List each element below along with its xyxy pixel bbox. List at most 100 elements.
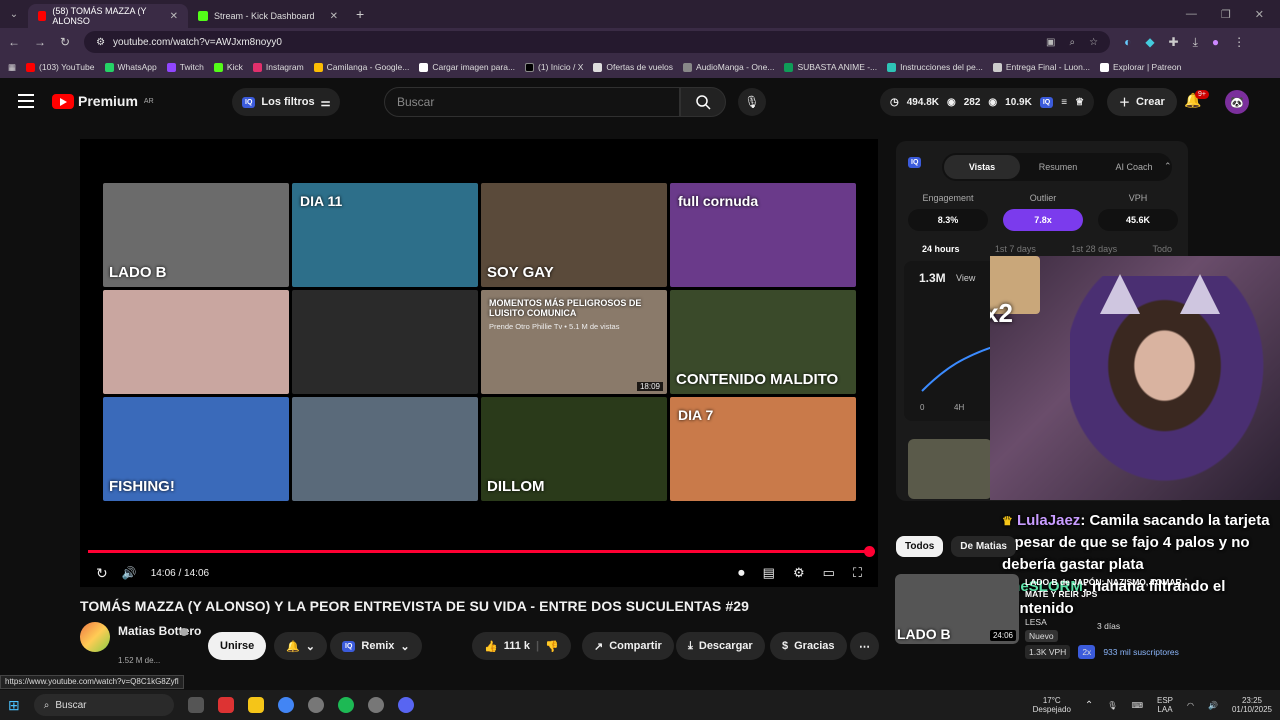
list-icon[interactable]: ≡	[1061, 97, 1067, 108]
end-screen-thumbnail[interactable]: DILLOM	[481, 397, 667, 501]
apps-icon[interactable]: ▦	[8, 62, 16, 73]
bookmark-item[interactable]: Kick	[213, 62, 243, 72]
chrome-icon[interactable]	[277, 697, 294, 713]
volume-icon[interactable]: 🔊	[122, 566, 137, 580]
theater-mode-icon[interactable]: ▭	[823, 565, 835, 581]
end-screen-thumbnail[interactable]	[103, 290, 289, 394]
range-7d[interactable]: 1st 7 days	[995, 244, 1036, 254]
end-screen-thumbnail[interactable]: full cornuda	[670, 183, 856, 287]
more-options-icon[interactable]: ⋮	[1180, 576, 1192, 590]
spotify-icon[interactable]	[337, 697, 354, 713]
bookmark-item[interactable]: AudioManga - One...	[683, 62, 774, 72]
taskbar-search[interactable]: ⌕ Buscar	[33, 694, 174, 716]
iq-badge-icon[interactable]: IQ	[1039, 96, 1054, 108]
end-screen-thumbnail[interactable]: LADO B	[103, 183, 289, 287]
mini-thumbnail[interactable]	[908, 439, 992, 499]
menu-hamburger-icon[interactable]	[18, 94, 34, 108]
channel-avatar[interactable]	[80, 622, 110, 652]
thumbs-down-icon[interactable]: 👎	[545, 640, 559, 653]
url-field[interactable]: ⚙ youtube.com/watch?v=AWJxm8noyy0 ▣ ⌕ ☆	[84, 31, 1111, 53]
weather-widget[interactable]: 17°C Despejado	[1033, 696, 1071, 714]
close-tab-icon[interactable]: ✕	[330, 11, 338, 22]
extensions-puzzle-icon[interactable]: ✚	[1169, 35, 1179, 49]
settings-icon[interactable]	[307, 697, 324, 713]
extension-icon[interactable]: ◐	[1124, 35, 1131, 49]
back-icon[interactable]: ←	[8, 35, 20, 49]
search-button[interactable]	[680, 87, 726, 117]
recommended-thumbnail[interactable]: LADO B 24:06	[895, 574, 1019, 644]
wifi-icon[interactable]: ◠	[1187, 701, 1194, 710]
bookmark-item[interactable]: WhatsApp	[104, 62, 157, 72]
zoom-icon[interactable]: ⌕	[1069, 37, 1075, 48]
tab-kick[interactable]: Stream - Kick Dashboard ✕	[188, 4, 348, 28]
tab-ai-coach[interactable]: AI Coach	[1096, 162, 1172, 172]
collapse-chevron-icon[interactable]: ⌃	[1164, 161, 1172, 172]
chip-channel[interactable]: De Matias	[951, 536, 1016, 557]
range-24h[interactable]: 24 hours	[922, 244, 960, 254]
share-button[interactable]: ↗ Compartir	[582, 632, 674, 660]
file-explorer-icon[interactable]	[247, 697, 264, 713]
video-player[interactable]: LADO B DIA 11 SOY GAY full cornuda MOMENTOS …	[80, 139, 878, 587]
task-view-icon[interactable]	[187, 697, 204, 713]
language-indicator[interactable]: ESP LAA	[1157, 696, 1173, 714]
settings-gear-icon[interactable]: ⚙	[793, 565, 805, 581]
bookmark-item[interactable]: Twitch	[166, 62, 204, 72]
bookmark-star-icon[interactable]: ☆	[1089, 37, 1098, 48]
progress-bar[interactable]	[88, 546, 875, 557]
filters-button[interactable]: IQ Los filtros ⚌	[232, 88, 341, 116]
close-tab-icon[interactable]: ✕	[170, 11, 178, 22]
subtitles-icon[interactable]: ▤	[763, 565, 775, 581]
forward-icon[interactable]: →	[34, 35, 46, 49]
bookmark-item[interactable]: (1) Inicio / X	[525, 62, 583, 72]
range-28d[interactable]: 1st 28 days	[1071, 244, 1117, 254]
download-button[interactable]: ⤓ Descargar	[676, 632, 765, 660]
remix-button[interactable]: IQ Remix ⌄	[330, 632, 422, 660]
volume-icon[interactable]: 🔊	[1208, 701, 1218, 710]
windows-start-icon[interactable]: ⊞	[8, 697, 20, 714]
end-screen-thumbnail[interactable]: DIA 7	[670, 397, 856, 501]
tab-list-icon[interactable]: ⌄	[0, 9, 28, 20]
bookmark-item[interactable]: Ofertas de vuelos	[593, 62, 673, 72]
youtube-logo[interactable]: Premium AR	[52, 93, 154, 109]
end-screen-thumbnail[interactable]: SOY GAY	[481, 183, 667, 287]
thanks-button[interactable]: $ Gracias	[770, 632, 847, 660]
close-window-icon[interactable]: ✕	[1255, 8, 1264, 21]
extension-icon[interactable]: ◆	[1145, 35, 1154, 49]
tab-youtube[interactable]: (58) TOMÁS MAZZA (Y ALONSO ✕	[28, 4, 188, 28]
reload-icon[interactable]: ↻	[60, 35, 70, 49]
replay-icon[interactable]: ↻	[96, 565, 108, 582]
maximize-icon[interactable]: ❐	[1221, 8, 1231, 21]
like-button[interactable]: 👍 111 k | 👎	[472, 632, 571, 660]
trophy-icon[interactable]: ♕	[1075, 97, 1084, 108]
search-input[interactable]: Buscar	[384, 87, 680, 117]
minimize-icon[interactable]: —	[1186, 8, 1197, 21]
end-screen-thumbnail[interactable]: DIA 11	[292, 183, 478, 287]
site-info-icon[interactable]: ⚙	[96, 37, 105, 48]
app-icon[interactable]	[217, 697, 234, 713]
autoplay-toggle-icon[interactable]: ⏺	[738, 565, 745, 581]
bookmark-item[interactable]: Instagram	[252, 62, 304, 72]
new-tab-icon[interactable]: +	[348, 6, 364, 22]
tab-vistas[interactable]: Vistas	[944, 155, 1020, 179]
bookmark-item[interactable]: SUBASTA ANIME -...	[784, 62, 877, 72]
channel-name[interactable]: Matias Bottero	[118, 624, 201, 638]
more-actions-button[interactable]: ⋯	[850, 632, 879, 660]
bookmark-item[interactable]: Entrega Final - Luon...	[992, 62, 1090, 72]
bookmark-item[interactable]: Instrucciones del pe...	[887, 62, 983, 72]
create-button[interactable]: ＋ Crear	[1107, 88, 1177, 116]
end-screen-thumbnail[interactable]: CONTENIDO MALDITO	[670, 290, 856, 394]
end-screen-thumbnail[interactable]	[292, 397, 478, 501]
range-all[interactable]: Todo	[1152, 244, 1172, 254]
channel-stats[interactable]: ◷ 494.8K ◉ 282 ◉ 10.9K IQ ≡ ♕	[880, 88, 1095, 116]
voice-search-button[interactable]: 🎙	[738, 88, 766, 116]
keyboard-icon[interactable]: ⌨	[1131, 701, 1143, 710]
bookmark-item[interactable]: Cargar imagen para...	[419, 62, 515, 72]
menu-dots-icon[interactable]: ⋮	[1233, 35, 1245, 49]
subscribe-bell-button[interactable]: 🔔 ⌄	[274, 632, 327, 660]
clock[interactable]: 23:25 01/10/2025	[1232, 696, 1272, 714]
account-avatar[interactable]: 🐼	[1225, 90, 1249, 114]
rec-title[interactable]: LADO B de JAPÓN: NAZISMO, TOMAR MATE Y R…	[1025, 576, 1205, 600]
bookmark-item[interactable]: Camilanga - Google...	[313, 62, 409, 72]
profile-icon[interactable]: ●	[1212, 35, 1219, 49]
settings-icon[interactable]	[367, 697, 384, 713]
